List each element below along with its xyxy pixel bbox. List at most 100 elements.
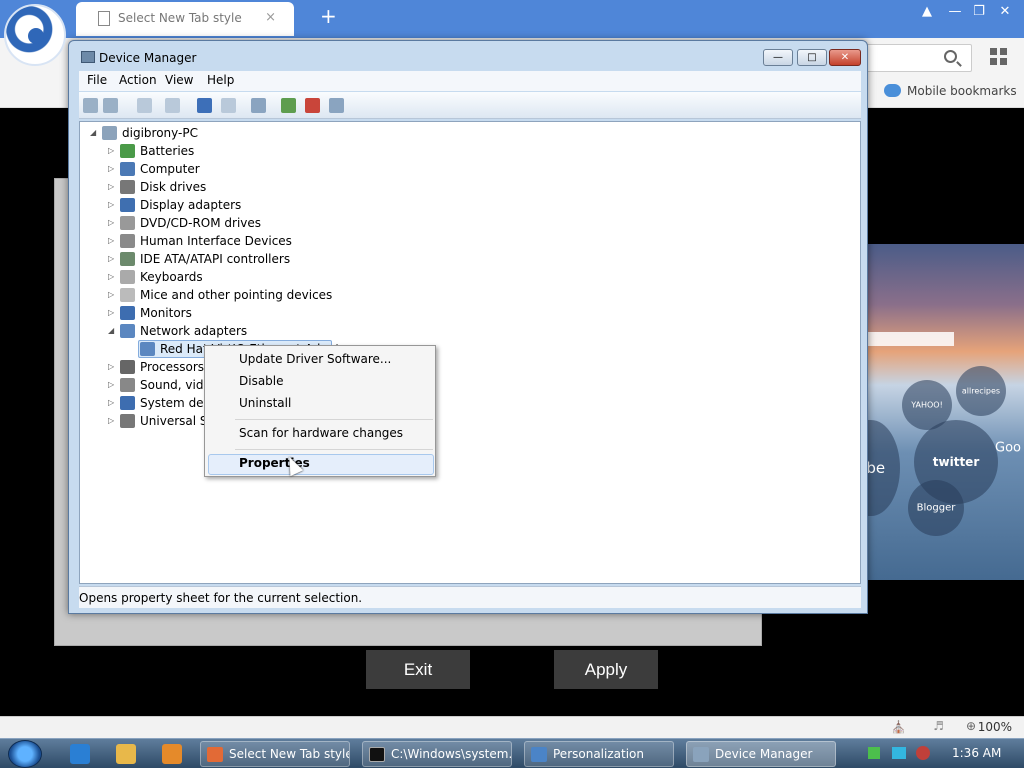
menu-disable[interactable]: Disable — [239, 374, 284, 388]
exit-button[interactable]: Exit — [366, 650, 470, 689]
menu-file[interactable]: File — [87, 73, 107, 87]
preview-search-box — [868, 332, 954, 346]
browser-status-bar: ⛪ ♬ ⊕ 100% — [0, 716, 1024, 738]
taskbar-device-manager[interactable]: Device Manager — [686, 741, 836, 767]
volume-icon[interactable]: ♬ — [933, 719, 944, 733]
close-window-icon[interactable]: ✕ — [996, 4, 1014, 19]
toolbar — [79, 92, 861, 119]
search-input[interactable] — [860, 44, 972, 72]
expand-arrow-icon: ▷ — [108, 182, 115, 191]
collapse-arrow-icon: ◢ — [108, 326, 115, 335]
expand-arrow-icon: ▷ — [108, 380, 115, 389]
clock[interactable]: 1:36 AM — [952, 746, 1001, 760]
search-icon[interactable] — [944, 50, 957, 63]
mobile-bookmarks-link[interactable]: Mobile bookmarks — [884, 84, 1017, 98]
personalization-icon — [531, 747, 547, 762]
speaker-icon — [120, 378, 135, 392]
scan-hardware-icon[interactable] — [251, 98, 266, 113]
network-icon[interactable] — [868, 747, 880, 759]
speed-dial-blogger: Blogger — [908, 480, 964, 536]
forward-icon[interactable] — [103, 98, 118, 113]
display-adapter-icon — [120, 198, 135, 212]
device-manager-icon — [693, 747, 709, 762]
expand-arrow-icon: ▷ — [108, 200, 115, 209]
menu-update-driver[interactable]: Update Driver Software... — [239, 352, 391, 366]
expand-arrow-icon: ▷ — [108, 290, 115, 299]
minimize-button[interactable]: — — [763, 49, 793, 66]
volume-icon[interactable] — [916, 746, 930, 760]
menu-scan-hardware[interactable]: Scan for hardware changes — [239, 426, 403, 440]
system-tray: 1:36 AM — [860, 739, 1024, 768]
expand-arrow-icon: ▷ — [108, 218, 115, 227]
hid-icon — [120, 234, 135, 248]
cloud-icon — [884, 84, 901, 97]
expand-arrow-icon: ▷ — [108, 146, 115, 155]
cmd-icon — [369, 747, 385, 762]
action-pane-icon[interactable] — [221, 98, 236, 113]
collapse-arrow-icon[interactable]: ◢ — [90, 124, 96, 142]
back-icon[interactable] — [83, 98, 98, 113]
minimize-icon[interactable]: — — [946, 4, 964, 19]
maximize-button[interactable]: □ — [797, 49, 827, 66]
expand-arrow-icon: ▷ — [108, 236, 115, 245]
taskbar: Select New Tab style ... C:\Windows\syst… — [0, 738, 1024, 768]
status-bar: Opens property sheet for the current sel… — [79, 586, 861, 608]
restore-icon[interactable]: ❐ — [970, 4, 988, 19]
disk-icon — [120, 180, 135, 194]
taskbar-cmd[interactable]: C:\Windows\system... — [362, 741, 512, 767]
expand-arrow-icon: ▷ — [108, 254, 115, 263]
help-icon[interactable] — [197, 98, 212, 113]
skin-icon[interactable]: ▲ — [918, 4, 936, 19]
taskbar-personalization[interactable]: Personalization — [524, 741, 674, 767]
uninstall-icon[interactable] — [305, 98, 320, 113]
computer-icon — [102, 126, 117, 140]
menu-bar: File Action View Help — [79, 71, 861, 91]
keyboard-icon — [120, 270, 135, 284]
monitor-icon — [120, 306, 135, 320]
menu-separator — [235, 419, 433, 420]
close-icon[interactable]: × — [265, 10, 276, 25]
display-icon[interactable] — [892, 747, 906, 759]
properties-icon[interactable] — [165, 98, 180, 113]
ie-icon[interactable] — [70, 744, 90, 764]
expand-arrow-icon: ▷ — [108, 272, 115, 281]
speed-dial-preview[interactable]: allrecipes YAHOO! twitter ube Blogger Go… — [842, 244, 1024, 580]
menu-help[interactable]: Help — [207, 73, 234, 87]
zoom-level[interactable]: 100% — [978, 720, 1012, 734]
usb-icon — [120, 414, 135, 428]
window-title: Device Manager — [99, 51, 197, 65]
new-tab-button[interactable]: + — [320, 4, 337, 28]
computer-icon — [120, 162, 135, 176]
expand-arrow-icon: ▷ — [108, 398, 115, 407]
start-button[interactable] — [8, 740, 42, 768]
title-bar[interactable]: Device Manager — □ ✕ — [69, 41, 867, 73]
network-adapter-icon — [120, 324, 135, 338]
browser-tab[interactable]: Select New Tab style × — [76, 2, 294, 36]
battery-icon — [120, 144, 135, 158]
close-button[interactable]: ✕ — [829, 49, 861, 66]
status-text: Opens property sheet for the current sel… — [79, 591, 363, 605]
zoom-icon[interactable]: ⊕ — [966, 719, 976, 733]
ide-controller-icon — [120, 252, 135, 266]
taskbar-browser[interactable]: Select New Tab style ... — [200, 741, 350, 767]
menu-uninstall[interactable]: Uninstall — [239, 396, 291, 410]
browser-tab-strip: Select New Tab style × + ▲ — ❐ ✕ — [0, 0, 1024, 38]
media-player-icon[interactable] — [162, 744, 182, 764]
apps-icon[interactable] — [990, 48, 1008, 66]
expand-arrow-icon: ▷ — [108, 308, 115, 317]
speed-dial-allrecipes: allrecipes — [956, 366, 1006, 416]
shield-icon[interactable]: ⛪ — [891, 720, 906, 734]
disable-icon[interactable] — [329, 98, 344, 113]
processor-icon — [120, 360, 135, 374]
apply-button[interactable]: Apply — [554, 650, 658, 689]
browser-logo[interactable] — [4, 4, 66, 66]
menu-view[interactable]: View — [165, 73, 193, 87]
update-driver-icon[interactable] — [281, 98, 296, 113]
dvd-drive-icon — [120, 216, 135, 230]
expand-arrow-icon: ▷ — [108, 416, 115, 425]
explorer-icon[interactable] — [116, 744, 136, 764]
tab-title: Select New Tab style — [118, 11, 242, 25]
menu-action[interactable]: Action — [119, 73, 157, 87]
show-hide-console-tree-icon[interactable] — [137, 98, 152, 113]
expand-arrow-icon: ▷ — [108, 164, 115, 173]
